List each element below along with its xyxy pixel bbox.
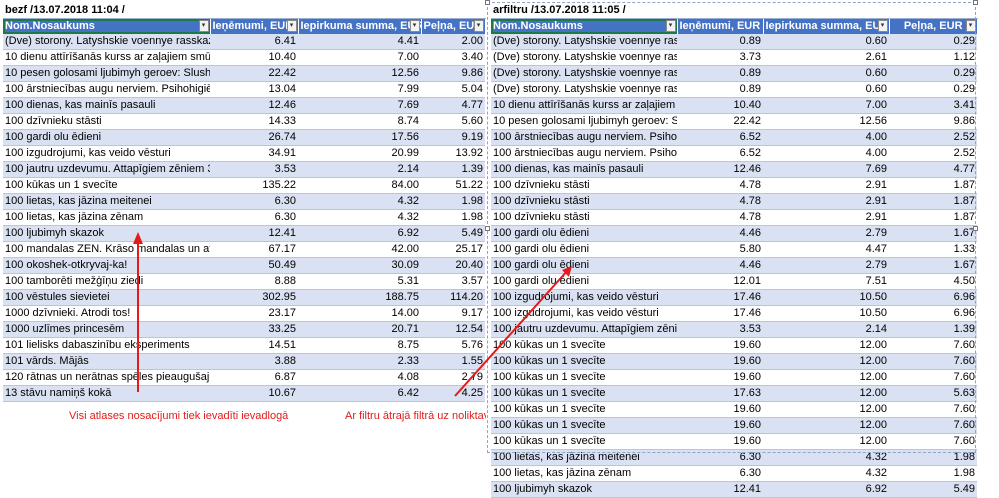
annotation-arrows: [133, 232, 572, 397]
cell-profit[interactable]: 1.98: [889, 465, 978, 482]
left-annotation: Visi atlases nosacījumi tiek ievadīti ie…: [69, 410, 289, 422]
table-row: 100 lietas, kas jāzina zēnam 6.30 4.32 1.98: [491, 465, 978, 482]
left-arrow-head: [133, 232, 143, 244]
cell-name[interactable]: 100 lietas, kas jāzina zēnam: [491, 465, 677, 482]
cell-purchase[interactable]: 4.32: [763, 465, 889, 482]
right-annotation: Ar filtru ātrajā filtrā uz noliktavu: [345, 410, 486, 422]
cell-purchase[interactable]: 6.92: [763, 481, 889, 498]
cell-revenue[interactable]: 6.30: [677, 465, 763, 482]
cell-revenue[interactable]: 12.41: [677, 481, 763, 498]
table-row: 100 ljubimyh skazok 12.41 6.92 5.49: [491, 481, 978, 498]
right-arrow: [454, 269, 569, 397]
cell-profit[interactable]: 5.49: [889, 481, 978, 498]
cell-name[interactable]: 100 ljubimyh skazok: [491, 481, 677, 498]
